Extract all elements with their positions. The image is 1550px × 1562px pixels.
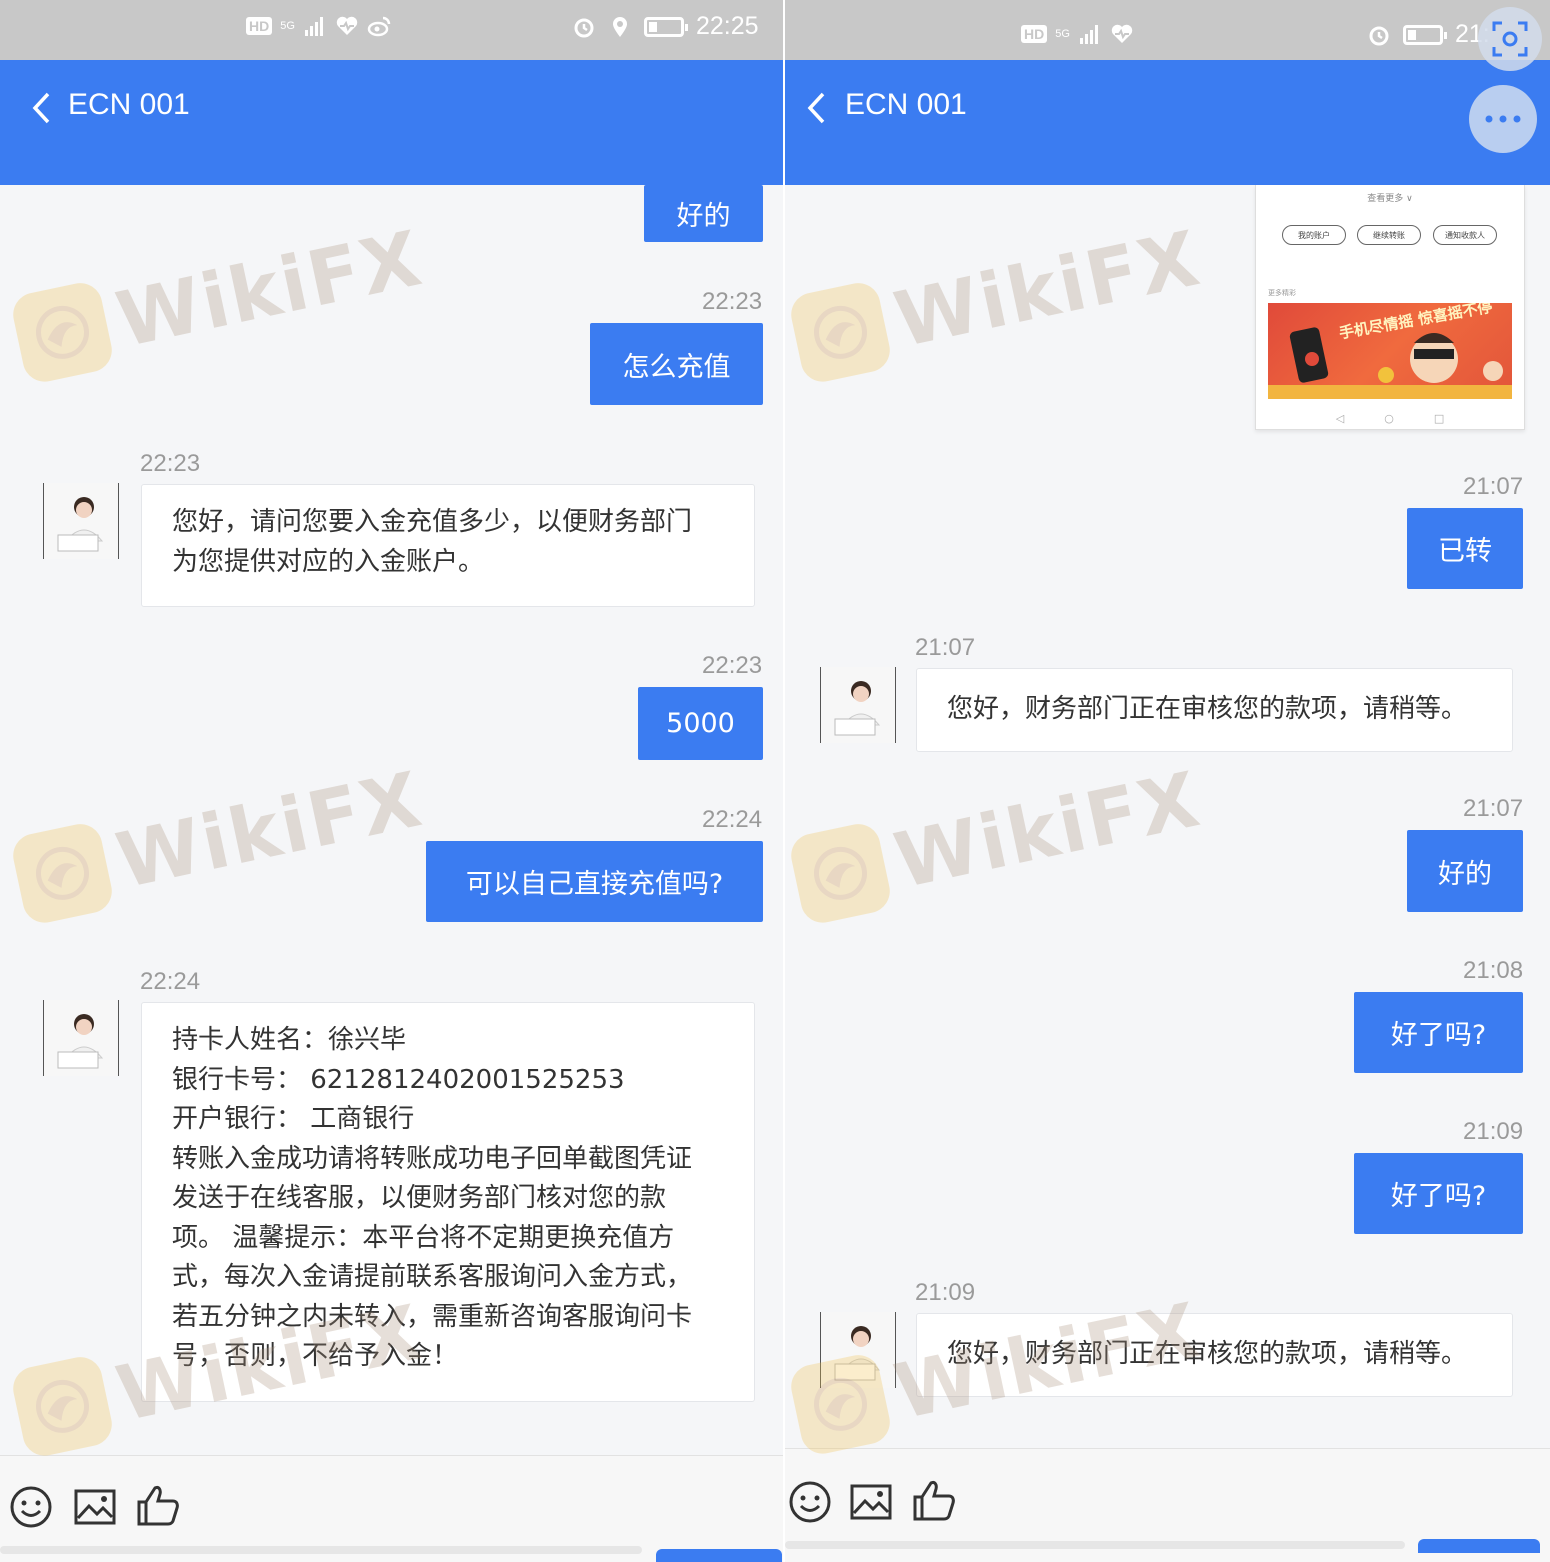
message-line: 若五分钟之内未转入，需重新咨询客服询问卡	[172, 1301, 693, 1332]
message-line: 项。 温馨提示：本平台将不定期更换充值方	[172, 1222, 675, 1253]
chevron-left-icon[interactable]	[30, 90, 54, 126]
watermark: WikiFX	[9, 753, 430, 927]
message-bubble-in[interactable]: 您好，财务部门正在审核您的款项，请稍等。	[916, 1313, 1513, 1397]
message-line: 式，每次入金请提前联系客服询问入金方式，	[172, 1262, 693, 1292]
more-button[interactable]	[1469, 85, 1537, 153]
message-line: 为您提供对应的入金账户。	[172, 546, 485, 577]
message-time: 21:07	[915, 634, 976, 661]
message-time: 22:24	[140, 968, 201, 995]
message-time: 21:09	[1463, 1118, 1524, 1145]
shot-button: 我的账户	[1282, 225, 1346, 245]
message-time: 21:08	[1463, 957, 1524, 984]
smiley-icon[interactable]	[8, 1484, 54, 1530]
message-bubble-out[interactable]: 好了吗?	[1354, 992, 1523, 1073]
message-line: 您好，财务部门正在审核您的款项，请稍等。	[947, 694, 1468, 725]
agent-avatar	[820, 1312, 896, 1388]
alarm-icon	[1369, 26, 1389, 45]
signal-label: 5G	[1055, 28, 1070, 40]
signal-label: 5G	[280, 20, 295, 32]
health-icon	[336, 16, 358, 35]
message-line: 您好，请问您要入金充值多少，以便财务部门	[172, 507, 693, 537]
smiley-icon[interactable]	[787, 1479, 833, 1525]
message-input[interactable]	[0, 1546, 642, 1554]
chat-title: ECN 001	[845, 88, 967, 121]
image-message[interactable]: 查看更多 ∨ 我的账户 继续转账 通知收款人 更多精彩 手机尽情摇 惊喜摇不停 …	[1255, 185, 1525, 430]
message-time: 22:23	[702, 288, 763, 315]
shot-section-label: 更多精彩	[1268, 289, 1296, 297]
message-time: 22:24	[702, 806, 763, 833]
chevron-left-icon[interactable]	[805, 90, 829, 126]
message-time: 22:23	[702, 652, 763, 679]
message-line: 您好，财务部门正在审核您的款项，请稍等。	[947, 1339, 1468, 1370]
agent-avatar	[820, 667, 896, 743]
shot-more-label: 查看更多 ∨	[1367, 194, 1413, 204]
status-bar: HD 5G 21:	[785, 0, 1550, 60]
message-bubble-out[interactable]: 怎么充值	[590, 323, 763, 405]
message-input[interactable]	[785, 1541, 1405, 1549]
weibo-icon	[367, 16, 391, 37]
signal-icon	[304, 17, 323, 36]
thumbs-up-icon[interactable]	[135, 1482, 181, 1528]
watermark: WikiFX	[9, 212, 430, 386]
battery-icon	[644, 16, 688, 37]
message-line: 开户银行： 工商银行	[172, 1104, 415, 1134]
agent-avatar	[43, 483, 119, 559]
message-bubble-out[interactable]: 好的	[1407, 830, 1523, 912]
screenshot-icon	[1492, 21, 1528, 57]
input-toolbar	[785, 1448, 1550, 1562]
status-time: 22:25	[696, 12, 759, 40]
hd-badge: HD	[246, 17, 273, 35]
message-line: 号，否则，不给予入金！	[172, 1341, 459, 1371]
chat-header: ECN 001	[785, 60, 1550, 185]
shot-nav: ◁ ○ □	[1335, 412, 1445, 425]
message-time: 21:07	[1463, 795, 1524, 822]
message-time: 21:09	[915, 1279, 976, 1306]
send-button[interactable]	[656, 1549, 782, 1562]
message-bubble-in[interactable]: 持卡人姓名：徐兴毕 银行卡号： 6212812402001525253 开户银行…	[141, 1002, 755, 1402]
send-button[interactable]	[1418, 1539, 1540, 1553]
message-line: 发送于在线客服，以便财务部门核对您的款	[172, 1183, 667, 1213]
chat-panel-left: HD 5G 22:25 ECN 001 好的 22:23 怎么充值 22:23 …	[0, 0, 783, 1562]
battery-icon	[1403, 24, 1447, 45]
health-icon	[1111, 24, 1133, 43]
shot-button: 继续转账	[1357, 225, 1421, 245]
signal-icon	[1079, 25, 1098, 44]
thumbs-up-icon[interactable]	[911, 1477, 957, 1523]
agent-avatar	[43, 1000, 119, 1076]
alarm-icon	[574, 18, 594, 37]
message-bubble-out[interactable]: 可以自己直接充值吗?	[426, 841, 763, 922]
message-line: 转账入金成功请将转账成功电子回单截图凭证	[172, 1143, 693, 1174]
shot-banner: 手机尽情摇 惊喜摇不停	[1268, 303, 1512, 399]
image-icon[interactable]	[848, 1479, 894, 1525]
message-bubble-out[interactable]: 5000	[638, 687, 763, 760]
message-line: 银行卡号： 6212812402001525253	[172, 1064, 625, 1095]
location-icon	[613, 16, 627, 37]
message-bubble-out[interactable]: 好的	[644, 185, 763, 242]
hd-badge: HD	[1021, 25, 1048, 43]
message-bubble-out[interactable]: 好了吗?	[1354, 1153, 1523, 1234]
message-bubble-out[interactable]: 已转	[1407, 508, 1523, 589]
message-time: 22:23	[140, 450, 201, 477]
screenshot-button[interactable]	[1478, 7, 1542, 71]
chat-header: ECN 001	[0, 60, 783, 185]
input-toolbar	[0, 1455, 783, 1562]
image-icon[interactable]	[72, 1484, 118, 1530]
message-line: 持卡人姓名：徐兴毕	[172, 1025, 407, 1055]
status-bar: HD 5G 22:25	[0, 0, 783, 60]
message-bubble-in[interactable]: 您好，财务部门正在审核您的款项，请稍等。	[916, 668, 1513, 752]
more-dots-icon	[1485, 115, 1521, 123]
message-time: 21:07	[1463, 473, 1524, 500]
shot-button: 通知收款人	[1433, 225, 1497, 245]
message-bubble-in[interactable]: 您好，请问您要入金充值多少，以便财务部门 为您提供对应的入金账户。	[141, 484, 755, 607]
chat-title: ECN 001	[68, 88, 190, 121]
